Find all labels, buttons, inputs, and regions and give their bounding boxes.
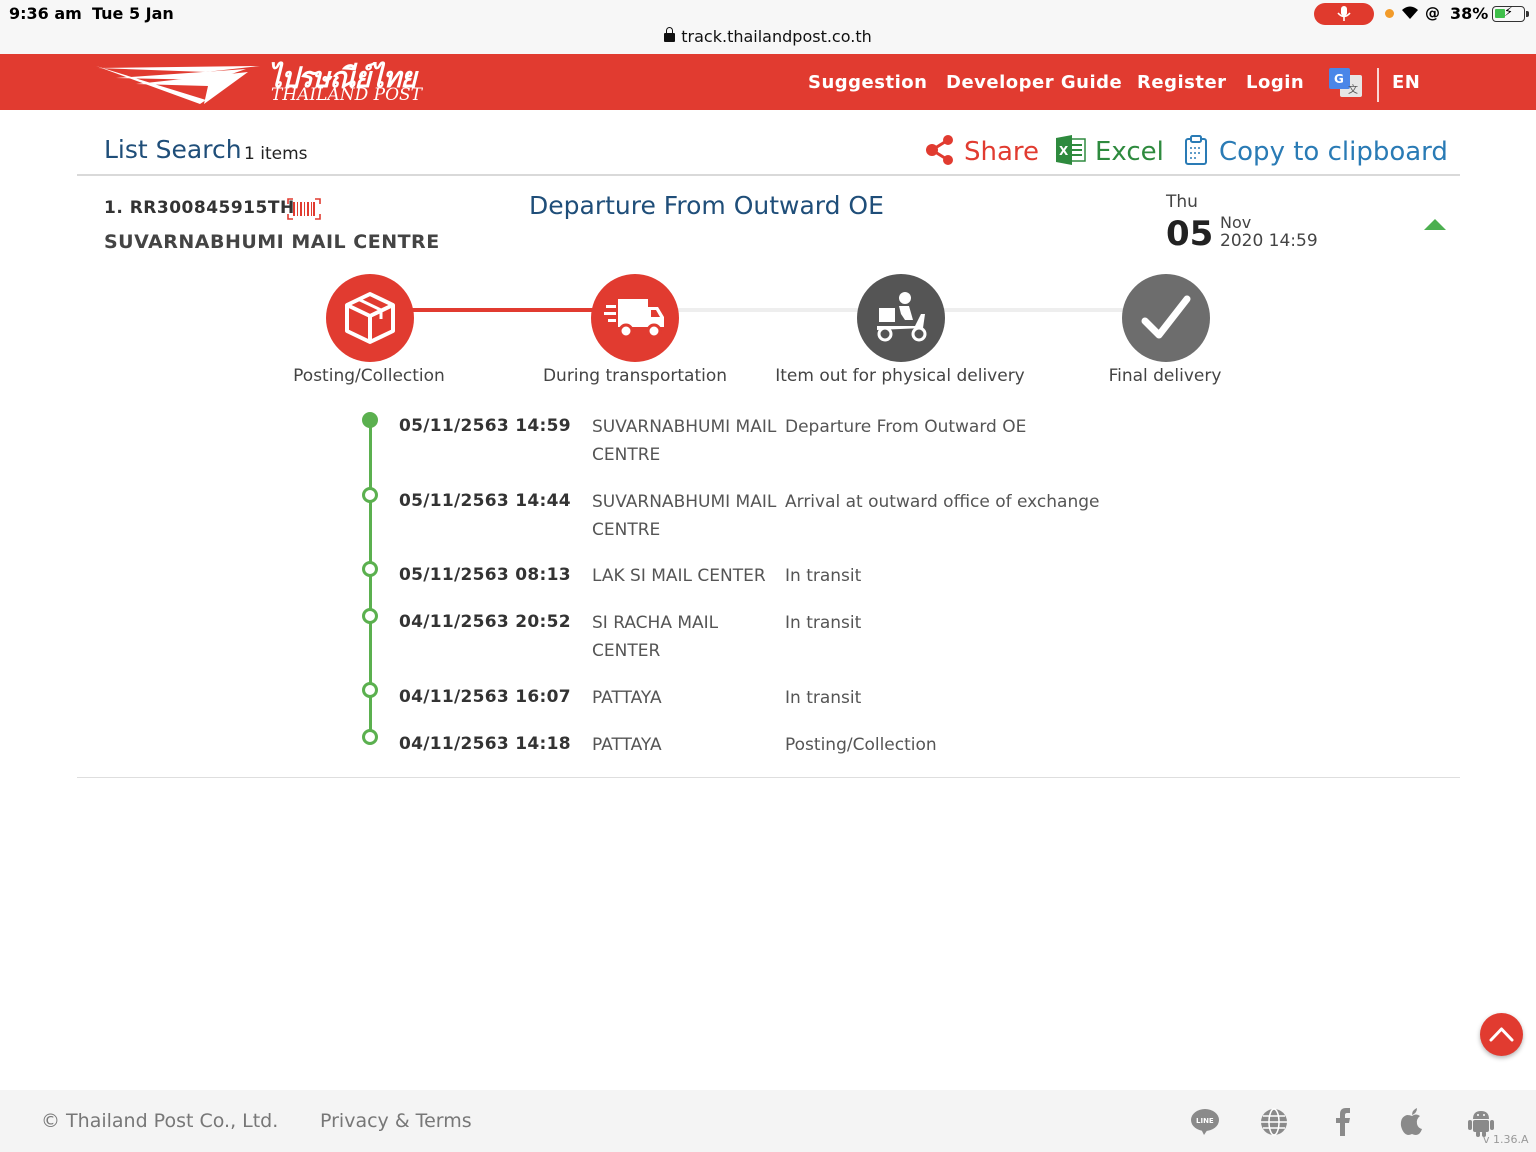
- scroll-to-top-button[interactable]: [1480, 1013, 1523, 1056]
- timeline-description: Arrival at outward office of exchange: [785, 492, 1100, 512]
- step-label: During transportation: [542, 366, 728, 386]
- copy-label: Copy to clipboard: [1219, 137, 1448, 167]
- progress-line-pending: [678, 308, 858, 312]
- step-label: Final delivery: [1108, 366, 1222, 386]
- line-icon[interactable]: LINE: [1190, 1107, 1220, 1137]
- timeline-location: PATTAYA: [592, 735, 662, 755]
- timeline-datetime: 05/11/2563 08:13: [399, 565, 571, 585]
- timeline-node: [362, 561, 378, 577]
- timeline-node: [362, 729, 378, 745]
- checkmark-icon: [1141, 295, 1191, 339]
- copy-to-clipboard-button[interactable]: Copy to clipboard: [1183, 134, 1448, 167]
- timeline-location: LAK SI MAIL CENTER: [592, 566, 766, 586]
- timeline-node: [362, 682, 378, 698]
- barcode-icon[interactable]: [287, 198, 321, 220]
- rotation-lock-icon: @: [1425, 4, 1440, 22]
- excel-button[interactable]: X Excel: [1055, 134, 1164, 167]
- timeline-node: [362, 487, 378, 503]
- truck-icon: [604, 299, 664, 339]
- date-month: Nov: [1220, 213, 1252, 232]
- facebook-icon[interactable]: [1328, 1107, 1358, 1137]
- site-header: ไปรษณีย์ไทย THAILAND POST Suggestion Dev…: [0, 54, 1536, 110]
- item-status: Departure From Outward OE: [529, 191, 884, 220]
- ios-status-bar: 9:36 am Tue 5 Jan @ 38% ⚡ track.thailand…: [0, 0, 1536, 54]
- share-label: Share: [964, 137, 1040, 167]
- chevron-up-icon: [1489, 1027, 1514, 1042]
- timeline-location: SUVARNABHUMI MAIL CENTRE: [592, 492, 777, 540]
- timeline-description: In transit: [785, 566, 862, 586]
- timeline-datetime: 05/11/2563 14:44: [399, 491, 571, 511]
- date-day-name: Thu: [1166, 192, 1198, 212]
- timeline-datetime: 04/11/2563 16:07: [399, 687, 571, 707]
- step-final-delivery: [1122, 274, 1210, 362]
- step-during-transportation: [591, 274, 679, 362]
- thailand-post-logo-wing-icon: [96, 66, 260, 104]
- excel-icon: X: [1056, 135, 1086, 165]
- battery-percent: 38%: [1450, 4, 1489, 23]
- divider: [77, 777, 1460, 778]
- svg-text:LINE: LINE: [1196, 1117, 1214, 1125]
- status-time: 9:36 am: [9, 4, 82, 23]
- share-button[interactable]: Share: [924, 134, 1039, 167]
- logo-english-text[interactable]: THAILAND POST: [271, 85, 422, 105]
- nav-register[interactable]: Register: [1137, 72, 1227, 93]
- timeline-location: PATTAYA: [592, 688, 662, 708]
- url-text: track.thailandpost.co.th: [681, 27, 872, 46]
- list-search-count: 1 items: [244, 144, 308, 164]
- svg-text:G: G: [1334, 72, 1344, 86]
- box-icon: [345, 292, 395, 344]
- wifi-icon: [1402, 6, 1418, 19]
- battery-icon: ⚡: [1492, 5, 1529, 22]
- timeline-description: In transit: [785, 688, 862, 708]
- timeline-datetime: 05/11/2563 14:59: [399, 416, 571, 436]
- language-switch[interactable]: EN: [1392, 72, 1420, 93]
- tracking-number: 1. RR300845915TH: [104, 198, 295, 218]
- timeline-datetime: 04/11/2563 14:18: [399, 734, 571, 754]
- google-translate-icon[interactable]: G 文: [1328, 67, 1364, 99]
- privacy-dot-icon: [1385, 9, 1394, 18]
- progress-line-pending: [943, 308, 1124, 312]
- nav-divider: [1377, 68, 1379, 102]
- timeline-node-current: [362, 412, 378, 428]
- collapse-arrow-icon[interactable]: [1424, 219, 1446, 230]
- timeline-location: SUVARNABHUMI MAIL CENTRE: [592, 417, 777, 465]
- address-bar[interactable]: track.thailandpost.co.th: [0, 27, 1536, 46]
- timeline-location: SI RACHA MAIL CENTER: [592, 613, 719, 661]
- version-label: v 1.36.A: [1483, 1133, 1529, 1146]
- privacy-terms-link[interactable]: Privacy & Terms: [320, 1110, 472, 1132]
- nav-suggestion[interactable]: Suggestion: [808, 72, 927, 93]
- globe-icon[interactable]: [1259, 1107, 1289, 1137]
- share-icon: [926, 135, 953, 165]
- svg-text:文: 文: [1348, 83, 1358, 96]
- step-out-for-delivery: [857, 274, 945, 362]
- item-office: SUVARNABHUMI MAIL CENTRE: [104, 231, 440, 253]
- timeline-description: Departure From Outward OE: [785, 417, 1027, 437]
- timeline-description: In transit: [785, 613, 862, 633]
- excel-label: Excel: [1095, 137, 1164, 167]
- nav-login[interactable]: Login: [1246, 72, 1304, 93]
- scooter-icon: [877, 292, 927, 342]
- list-search-title: List Search: [104, 135, 242, 164]
- progress-line-done: [412, 308, 594, 312]
- step-label: Item out for physical delivery: [775, 366, 1025, 386]
- timeline-node: [362, 608, 378, 624]
- timeline-description: Posting/Collection: [785, 735, 937, 755]
- clipboard-icon: [1185, 135, 1207, 165]
- apple-icon[interactable]: [1397, 1107, 1427, 1137]
- divider: [77, 174, 1460, 176]
- status-date: Tue 5 Jan: [92, 4, 174, 23]
- date-year-time: 2020 14:59: [1220, 231, 1318, 251]
- step-posting-collection: [326, 274, 414, 362]
- step-label: Posting/Collection: [293, 366, 445, 386]
- date-day: 05: [1166, 214, 1214, 254]
- lock-icon: [664, 27, 676, 42]
- copyright: © Thailand Post Co., Ltd.: [41, 1110, 279, 1132]
- svg-text:X: X: [1059, 144, 1069, 158]
- microphone-indicator-icon: [1314, 3, 1374, 25]
- nav-developer-guide[interactable]: Developer Guide: [946, 72, 1122, 93]
- site-footer: © Thailand Post Co., Ltd. Privacy & Term…: [0, 1090, 1536, 1152]
- timeline-datetime: 04/11/2563 20:52: [399, 612, 571, 632]
